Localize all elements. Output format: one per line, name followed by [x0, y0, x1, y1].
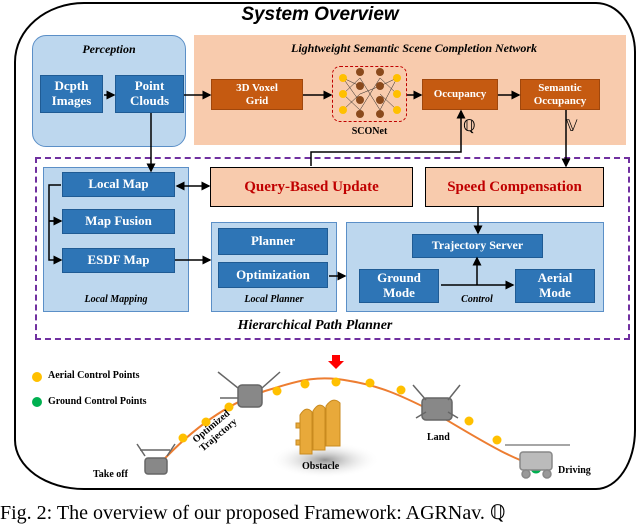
arrow-trajectory-to-modes	[441, 258, 513, 285]
legend-aerial-label: Aerial Control Points	[48, 370, 140, 381]
legend-ground-label: Ground Control Points	[48, 396, 147, 407]
legend-aerial-dot	[32, 372, 42, 382]
legend-ground-dot	[32, 397, 42, 407]
red-arrow-marker	[328, 355, 344, 369]
obstacle-fence-icon	[295, 399, 341, 455]
drone-landing-icon	[412, 384, 461, 421]
arrow-localmap-branch	[48, 184, 61, 260]
take-off-label: Take off	[93, 469, 128, 480]
drone-takeoff-icon	[136, 443, 176, 475]
obstacle-label: Obstacle	[302, 461, 340, 472]
figure-caption: Fig. 2: The overview of our proposed Fra…	[0, 502, 506, 524]
connector-layer	[32, 68, 571, 479]
arrow-query-to-occupancy	[310, 109, 466, 166]
land-label: Land	[427, 432, 450, 443]
sconet-network-icon	[339, 68, 401, 118]
driving-label: Driving	[558, 465, 591, 476]
